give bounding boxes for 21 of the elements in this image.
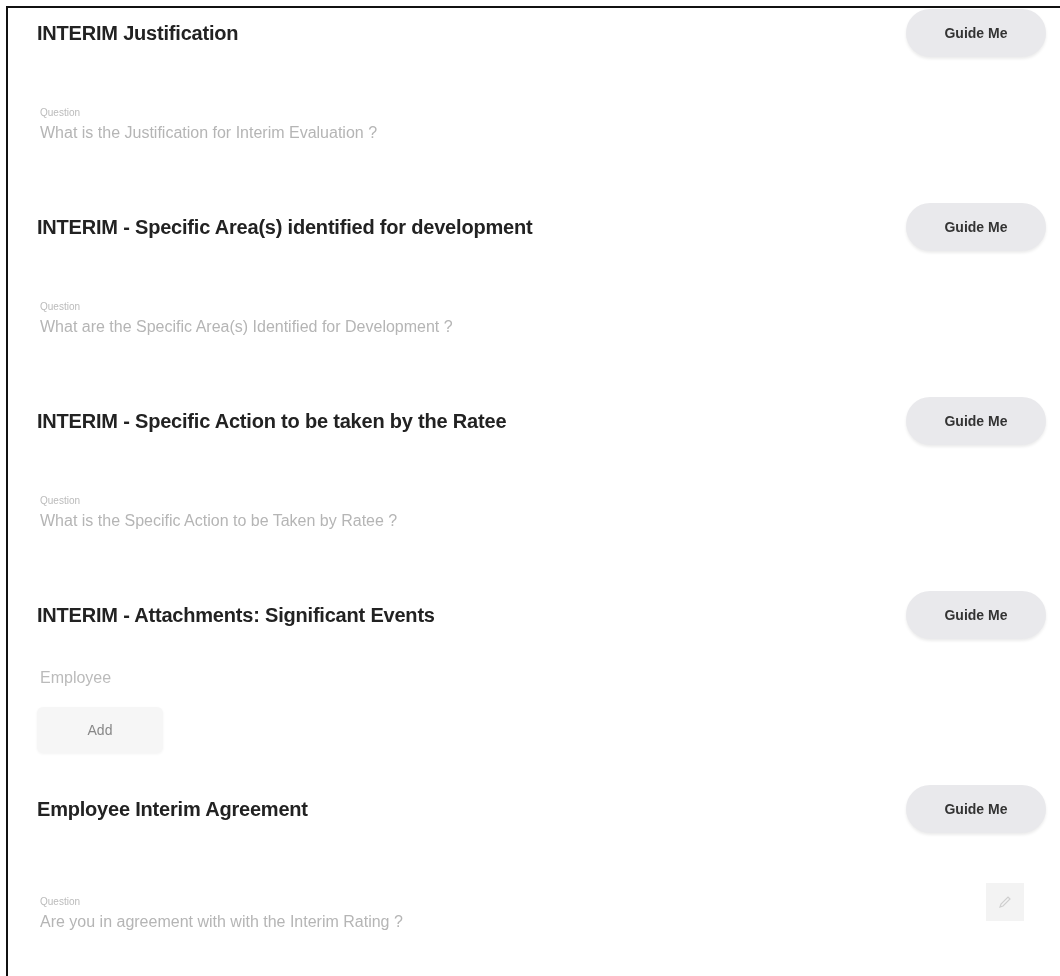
guide-me-button[interactable]: Guide Me bbox=[906, 591, 1046, 639]
employee-label: Employee bbox=[40, 669, 113, 687]
edit-button[interactable] bbox=[986, 883, 1024, 921]
guide-me-button[interactable]: Guide Me bbox=[906, 9, 1046, 57]
pencil-icon bbox=[997, 894, 1013, 910]
question-text: Are you in agreement with with the Interim Rating ? bbox=[40, 913, 403, 931]
guide-me-button[interactable]: Guide Me bbox=[906, 785, 1046, 833]
section-title: Employee Interim Agreement bbox=[37, 797, 308, 821]
question-label: Question bbox=[40, 301, 82, 312]
question-text: What are the Specific Area(s) Identified for Development ? bbox=[40, 318, 453, 336]
question-label: Question bbox=[40, 495, 82, 506]
question-text: What is the Justification for Interim Evaluation ? bbox=[40, 124, 378, 142]
section-title: INTERIM - Attachments: Significant Events bbox=[37, 603, 435, 627]
section-title: INTERIM - Specific Action to be taken by the Ratee bbox=[37, 409, 507, 433]
question-label: Question bbox=[40, 896, 82, 907]
section-title: INTERIM - Specific Area(s) identified for development bbox=[37, 215, 533, 239]
guide-me-button[interactable]: Guide Me bbox=[906, 203, 1046, 251]
question-text: What is the Specific Action to be Taken by Ratee ? bbox=[40, 512, 398, 530]
section-title: INTERIM Justification bbox=[37, 21, 239, 45]
guide-me-button[interactable]: Guide Me bbox=[906, 397, 1046, 445]
question-label: Question bbox=[40, 107, 82, 118]
